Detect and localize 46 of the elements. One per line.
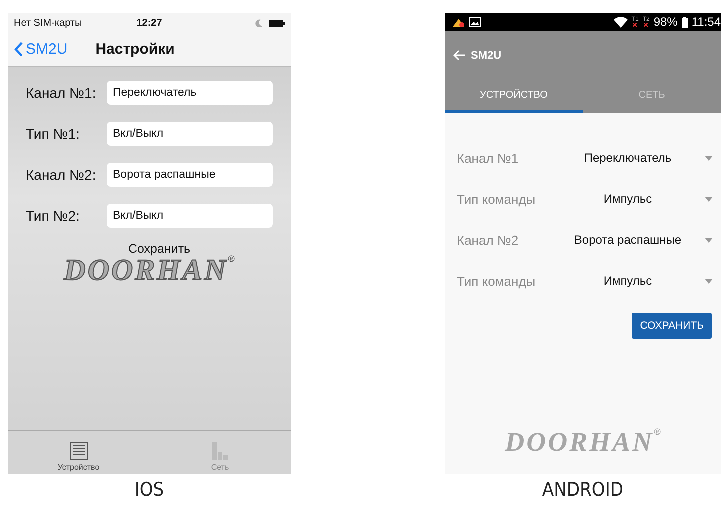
arrow-left-icon xyxy=(453,50,466,61)
logo-text: DOORHAN xyxy=(505,427,654,458)
registered-mark: ® xyxy=(228,254,235,264)
tab-bar-item[interactable]: Устройство xyxy=(8,431,150,474)
battery-icon xyxy=(682,16,688,28)
dropdown[interactable]: Ворота распашные xyxy=(557,230,713,250)
field-label: Тип №1: xyxy=(26,126,81,142)
caret-down-icon xyxy=(705,238,713,242)
text-field[interactable]: Ворота распашные xyxy=(107,163,273,187)
save-button[interactable]: СОХРАНИТЬ xyxy=(632,313,712,339)
back-button[interactable]: SM2U xyxy=(14,41,68,58)
text-field[interactable]: Вкл/Выкл xyxy=(107,204,273,228)
clock-text: 11:54 xyxy=(692,15,721,29)
dropdown[interactable]: Переключатель xyxy=(557,148,713,168)
wifi-icon xyxy=(614,16,628,28)
clock-text: 12:27 xyxy=(136,18,164,28)
chevron-left-icon xyxy=(14,42,23,57)
dropdown[interactable]: Импульс xyxy=(557,189,713,209)
text-field[interactable]: Переключатель xyxy=(107,81,273,105)
cross-icon xyxy=(644,23,648,27)
caret-down-icon xyxy=(705,196,713,202)
field-label: Тип команды xyxy=(457,192,537,206)
field-label: Канал №1 xyxy=(457,150,520,166)
caption-text: IOS xyxy=(134,479,164,501)
bar-chart-icon xyxy=(212,442,228,460)
caret-down-icon xyxy=(705,156,713,160)
dropdown[interactable]: Импульс xyxy=(557,271,713,291)
battery-percent: 98% xyxy=(654,15,678,29)
caption-text: ANDROID xyxy=(542,479,624,501)
field-label: Канал №2: xyxy=(26,167,98,183)
caret-down-icon xyxy=(705,278,713,284)
field-label: Канал №1: xyxy=(26,85,98,101)
battery-icon xyxy=(268,20,285,26)
notification-icon xyxy=(453,16,465,28)
field-label: Тип №2: xyxy=(26,208,81,224)
logo-text: DOORHAN xyxy=(64,254,228,288)
image-icon xyxy=(469,17,481,27)
screen-title: Настройки xyxy=(96,41,175,58)
registered-mark: ® xyxy=(654,427,661,437)
cross-icon xyxy=(633,23,638,27)
field-label: Тип команды xyxy=(457,274,537,288)
text-field[interactable]: Вкл/Выкл xyxy=(107,122,273,146)
field-label: Канал №2 xyxy=(457,232,520,248)
save-button[interactable]: Сохранить xyxy=(128,242,191,256)
moon-icon xyxy=(254,19,263,27)
carrier-text: Нет SIM-карты xyxy=(14,18,84,28)
